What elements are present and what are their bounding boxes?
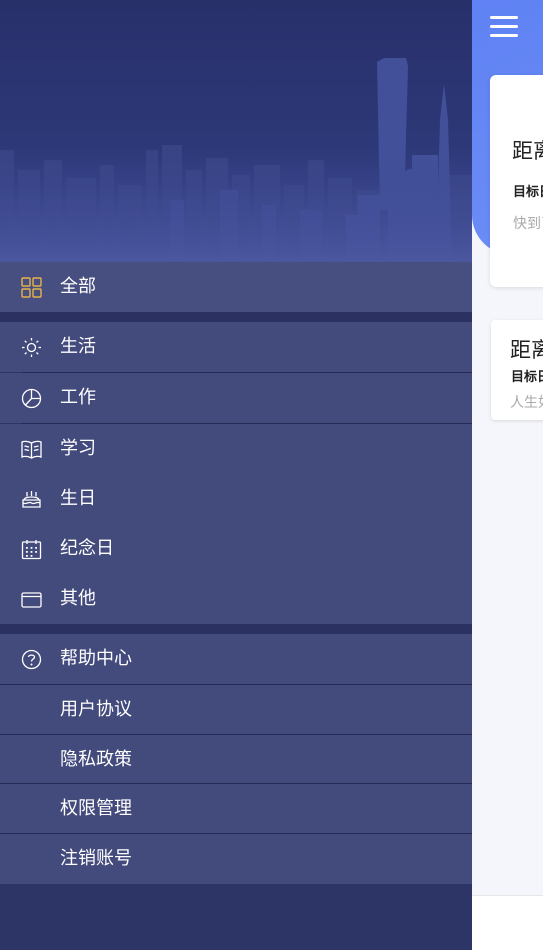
grid-icon [21,277,42,298]
menu-item-privacy-policy[interactable]: 隐私政策 [0,735,472,785]
card-title: 距离 [512,139,543,163]
app-screen: 距离 目标日 快到了 距离 目标日 人生如 [0,0,543,950]
menu-item-work[interactable]: 工作 [0,373,472,423]
card-subtitle: 目标日 [513,185,543,200]
sun-icon [22,338,41,357]
pie-chart-icon [21,388,42,409]
menu-item-label: 生日 [60,488,96,509]
card-note: 人生如 [510,395,543,411]
menu-item-label: 权限管理 [60,798,132,819]
menu-item-user-agreement[interactable]: 用户协议 [0,685,472,735]
menu-item-label: 注销账号 [60,848,132,869]
side-drawer: 全部 生活 工作 学习 生日 纪念日 其他 帮助中心 用户协议 隐私政策 权限管… [0,0,472,950]
skyline-illustration [0,58,472,262]
folder-icon [21,592,42,608]
card-subtitle: 目标日 [511,370,543,385]
menu-item-anniversary[interactable]: 纪念日 [0,524,472,574]
menu-item-label: 纪念日 [60,538,114,559]
menu-item-label: 用户协议 [60,699,132,720]
menu-item-label: 生活 [60,336,96,357]
section-gap [0,312,472,322]
menu-item-label: 隐私政策 [60,749,132,770]
menu-item-delete-account[interactable]: 注销账号 [0,834,472,884]
menu-item-label: 帮助中心 [60,648,132,669]
menu-item-all[interactable]: 全部 [0,262,472,312]
cake-icon [22,491,41,508]
section-gap [0,624,472,634]
menu-item-other[interactable]: 其他 [0,574,472,624]
menu-item-label: 其他 [60,588,96,609]
card-title: 距离 [510,338,543,362]
countdown-card[interactable]: 距离 目标日 快到了 [490,75,543,287]
bottom-bar [472,895,543,950]
menu-item-birthday[interactable]: 生日 [0,474,472,524]
menu-icon[interactable] [490,14,518,38]
menu-item-help-center[interactable]: 帮助中心 [0,634,472,684]
main-content: 距离 目标日 快到了 距离 目标日 人生如 [472,0,543,950]
menu-item-permission-management[interactable]: 权限管理 [0,784,472,834]
countdown-card[interactable]: 距离 目标日 人生如 [491,320,543,420]
menu-item-study[interactable]: 学习 [0,424,472,474]
menu-item-label: 工作 [60,387,96,408]
menu-item-life[interactable]: 生活 [0,322,472,372]
city-skyline-banner [0,0,472,262]
calendar-icon [21,540,42,560]
menu-item-label: 全部 [60,276,96,297]
help-circle-icon [21,649,42,670]
book-icon [21,440,42,459]
menu-item-label: 学习 [60,438,96,459]
card-note: 快到了 [513,216,543,232]
